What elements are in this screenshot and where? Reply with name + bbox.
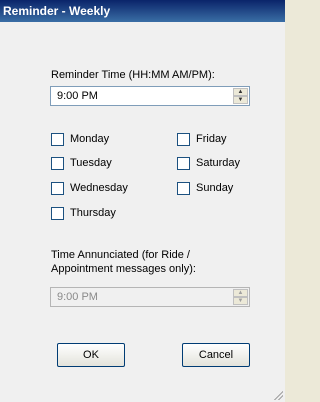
reminder-time-spinner[interactable]: 9:00 PM ▲ ▼ [50,86,250,106]
checkbox-box[interactable] [51,182,64,195]
checkbox-label-monday: Monday [70,133,110,145]
checkbox-box[interactable] [177,182,190,195]
up-arrow-icon[interactable]: ▲ [233,88,248,96]
checkbox-label-sunday: Sunday [196,182,234,194]
reminder-time-value: 9:00 PM [57,90,98,102]
spin-buttons: ▲ ▼ [233,289,248,305]
checkbox-label-wednesday: Wednesday [70,182,128,194]
reminder-time-label: Reminder Time (HH:MM AM/PM): [51,69,215,81]
spin-buttons: ▲ ▼ [233,88,248,104]
window-title: Reminder - Weekly [3,4,111,18]
checkbox-box[interactable] [51,207,64,220]
up-arrow-icon: ▲ [233,289,248,297]
announce-time-value: 9:00 PM [57,291,98,303]
checkbox-box[interactable] [177,133,190,146]
dialog-body: Reminder Time (HH:MM AM/PM): 9:00 PM ▲ ▼… [0,22,285,402]
ok-button[interactable]: OK [57,343,125,367]
down-arrow-icon: ▼ [233,297,248,305]
announce-time-spinner: 9:00 PM ▲ ▼ [50,287,250,307]
announce-label-line2: Appointment messages only): [51,263,196,275]
resize-grip-icon[interactable] [273,390,283,400]
announce-label-line1: Time Annunciated (for Ride / [51,249,190,261]
checkbox-box[interactable] [177,157,190,170]
checkbox-label-thursday: Thursday [70,207,116,219]
checkbox-box[interactable] [51,133,64,146]
cancel-button[interactable]: Cancel [182,343,250,367]
down-arrow-icon[interactable]: ▼ [233,96,248,104]
checkbox-label-tuesday: Tuesday [70,157,112,169]
checkbox-label-friday: Friday [196,133,227,145]
title-bar[interactable]: Reminder - Weekly [0,0,285,22]
checkbox-box[interactable] [51,157,64,170]
checkbox-label-saturday: Saturday [196,157,241,169]
